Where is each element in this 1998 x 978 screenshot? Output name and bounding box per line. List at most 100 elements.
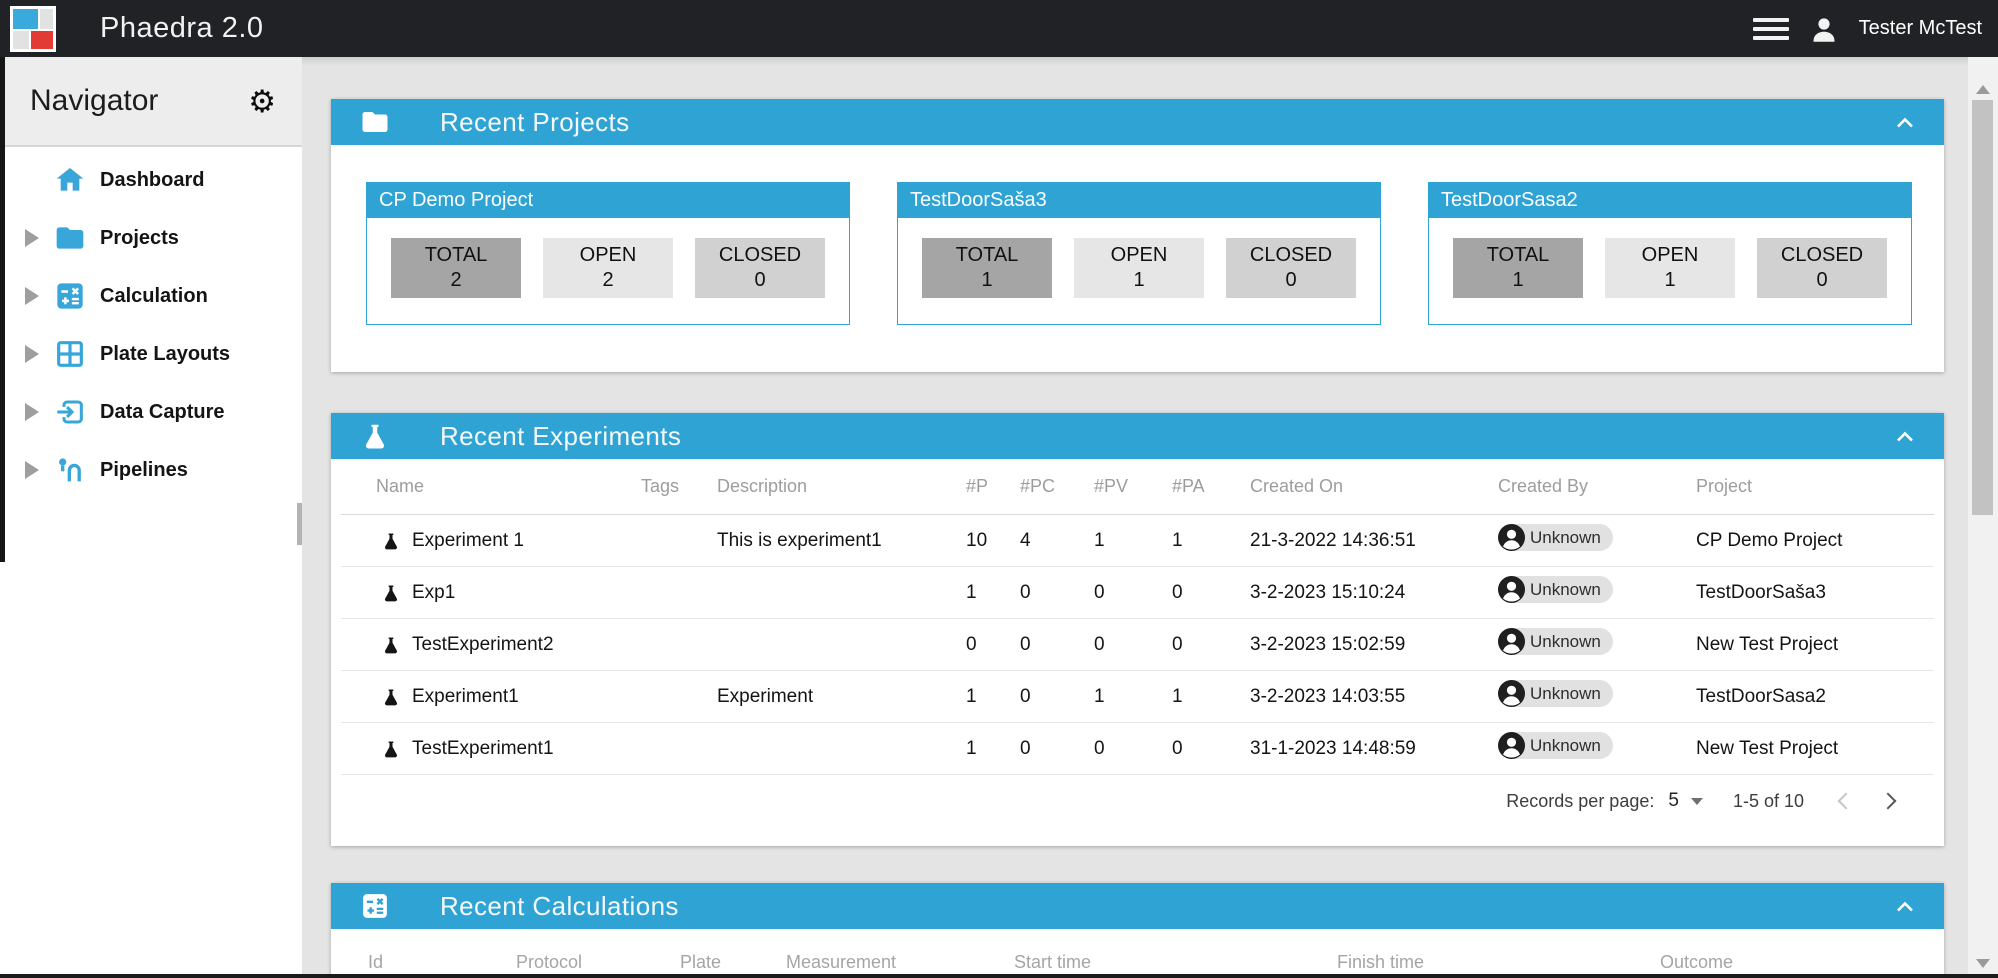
recent-experiments-header[interactable]: Recent Experiments: [331, 413, 1944, 459]
sidebar-item-plate-layouts[interactable]: Plate Layouts: [0, 325, 302, 383]
expand-arrow-icon[interactable]: [25, 229, 39, 247]
records-per-page-dropdown-icon[interactable]: [1691, 798, 1703, 805]
scroll-up-icon[interactable]: [1976, 85, 1990, 94]
sidebar-item-calculation[interactable]: Calculation: [0, 267, 302, 325]
records-per-page-label: Records per page:: [1506, 791, 1654, 812]
window-bottom-edge: [0, 974, 1998, 978]
navigator-header: Navigator ⚙: [0, 57, 302, 147]
experiment-project: TestDoorSasa2: [1696, 686, 1934, 708]
avatar-icon: [1498, 732, 1525, 759]
next-page-icon[interactable]: [1880, 793, 1897, 810]
avatar-icon: [1498, 576, 1525, 603]
experiment-row[interactable]: TestExperiment1 1 0 0 0 31-1-2023 14:48:…: [341, 723, 1934, 775]
expand-arrow-icon[interactable]: [25, 403, 39, 421]
created-by-chip: Unknown: [1498, 628, 1613, 655]
recent-projects-header[interactable]: Recent Projects: [331, 99, 1944, 145]
menu-icon[interactable]: [1753, 16, 1789, 42]
top-app-bar: Phaedra 2.0 Tester McTest: [0, 0, 1998, 57]
project-card[interactable]: TestDoorSaša3 TOTAL1 OPEN1 CLOSED0: [897, 182, 1381, 325]
flask-icon: [381, 531, 401, 551]
experiment-name: Experiment1: [412, 686, 519, 708]
sidebar-item-label: Pipelines: [100, 459, 188, 482]
section-title: Recent Calculations: [440, 891, 679, 922]
sidebar-item-dashboard[interactable]: Dashboard: [0, 151, 302, 209]
user-icon[interactable]: [1809, 14, 1839, 44]
section-title: Recent Experiments: [440, 421, 681, 452]
navigator-sidebar: Navigator ⚙ Dashboard Projects: [0, 57, 302, 978]
experiment-row[interactable]: Experiment 1 This is experiment1 10 4 1 …: [341, 515, 1934, 567]
created-by-chip: Unknown: [1498, 732, 1613, 759]
sidebar-item-label: Projects: [100, 227, 179, 250]
flask-icon: [381, 687, 401, 707]
main-content: Recent Projects CP Demo Project TOTAL2 O…: [302, 57, 1968, 978]
navigator-title: Navigator: [30, 84, 248, 118]
stat-open: OPEN2: [543, 238, 673, 298]
created-by-chip: Unknown: [1498, 680, 1613, 707]
stat-closed: CLOSED0: [1757, 238, 1887, 298]
project-card-title: CP Demo Project: [367, 183, 849, 218]
sidebar-item-projects[interactable]: Projects: [0, 209, 302, 267]
phaedra-logo: [10, 6, 56, 52]
avatar-icon: [1498, 524, 1525, 551]
avatar-icon: [1498, 680, 1525, 707]
created-on: 3-2-2023 14:03:55: [1250, 686, 1498, 708]
stat-total: TOTAL1: [922, 238, 1052, 298]
gear-icon[interactable]: ⚙: [248, 86, 276, 117]
experiment-row[interactable]: TestExperiment2 0 0 0 0 3-2-2023 15:02:5…: [341, 619, 1934, 671]
sidebar-item-data-capture[interactable]: Data Capture: [0, 383, 302, 441]
stat-open: OPEN1: [1074, 238, 1204, 298]
experiment-row[interactable]: Experiment1 Experiment 1 0 1 1 3-2-2023 …: [341, 671, 1934, 723]
stat-closed: CLOSED0: [695, 238, 825, 298]
user-name[interactable]: Tester McTest: [1859, 17, 1982, 40]
previous-page-icon[interactable]: [1838, 793, 1855, 810]
flask-icon: [381, 583, 401, 603]
page-scrollbar[interactable]: [1968, 57, 1998, 978]
experiment-project: New Test Project: [1696, 634, 1934, 656]
created-on: 31-1-2023 14:48:59: [1250, 738, 1498, 760]
flask-icon: [360, 421, 390, 451]
section-title: Recent Projects: [440, 107, 630, 138]
scrollbar-thumb[interactable]: [1972, 100, 1993, 515]
project-card-title: TestDoorSaša3: [898, 183, 1380, 218]
created-on: 21-3-2022 14:36:51: [1250, 530, 1498, 552]
sidebar-item-pipelines[interactable]: Pipelines: [0, 441, 302, 499]
sidebar-item-label: Calculation: [100, 285, 208, 308]
grid-icon: [54, 338, 86, 370]
home-icon: [54, 164, 86, 196]
project-card[interactable]: TestDoorSasa2 TOTAL1 OPEN1 CLOSED0: [1428, 182, 1912, 325]
sidebar-item-label: Plate Layouts: [100, 343, 230, 366]
stat-closed: CLOSED0: [1226, 238, 1356, 298]
sidebar-scrollbar-thumb[interactable]: [297, 503, 302, 545]
experiment-name: TestExperiment2: [412, 634, 554, 656]
avatar-icon: [1498, 628, 1525, 655]
collapse-chevron-icon[interactable]: [1896, 431, 1914, 442]
records-per-page-value[interactable]: 5: [1668, 790, 1679, 812]
recent-projects-section: Recent Projects CP Demo Project TOTAL2 O…: [331, 99, 1944, 372]
experiment-description: Experiment: [717, 686, 966, 708]
experiment-project: CP Demo Project: [1696, 530, 1934, 552]
expand-arrow-icon[interactable]: [25, 461, 39, 479]
project-card[interactable]: CP Demo Project TOTAL2 OPEN2 CLOSED0: [366, 182, 850, 325]
experiment-project: New Test Project: [1696, 738, 1934, 760]
collapse-chevron-icon[interactable]: [1896, 117, 1914, 128]
sidebar-item-label: Data Capture: [100, 401, 224, 424]
pagination-bar: Records per page: 5 1-5 of 10: [341, 777, 1934, 825]
calculations-table-header: Id Protocol Plate Measurement Start time…: [331, 937, 1944, 978]
sidebar-left-edge: [0, 57, 5, 562]
created-on: 3-2-2023 15:10:24: [1250, 582, 1498, 604]
app-title: Phaedra 2.0: [100, 12, 264, 45]
recent-calculations-header[interactable]: Recent Calculations: [331, 883, 1944, 929]
experiment-name: TestExperiment1: [412, 738, 554, 760]
expand-arrow-icon[interactable]: [25, 287, 39, 305]
stat-open: OPEN1: [1605, 238, 1735, 298]
expand-arrow-icon[interactable]: [25, 345, 39, 363]
data-input-icon: [54, 396, 86, 428]
created-by-chip: Unknown: [1498, 576, 1613, 603]
scroll-down-icon[interactable]: [1976, 959, 1990, 968]
experiment-name: Exp1: [412, 582, 455, 604]
collapse-chevron-icon[interactable]: [1896, 901, 1914, 912]
experiment-row[interactable]: Exp1 1 0 0 0 3-2-2023 15:10:24 Unknown T…: [341, 567, 1934, 619]
folder-icon: [360, 107, 390, 137]
stat-total: TOTAL2: [391, 238, 521, 298]
experiment-project: TestDoorSaša3: [1696, 582, 1934, 604]
